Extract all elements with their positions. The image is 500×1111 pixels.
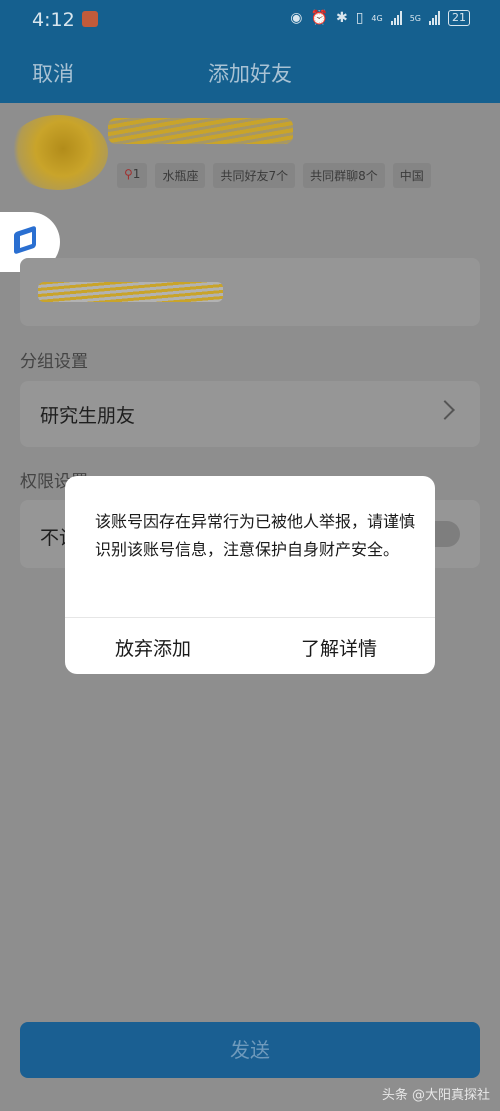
bluetooth-icon: ✱: [335, 10, 348, 26]
signal-5g-icon: [429, 11, 440, 25]
dialog-divider: [65, 617, 435, 618]
signal-4g-icon: [390, 11, 402, 25]
battery-icon: 21: [448, 10, 470, 26]
group-value: 研究生朋友: [40, 405, 136, 427]
warning-dialog: 该账号因存在异常行为已被他人举报，请谨慎识别该账号信息，注意保护自身财产安全。 …: [65, 476, 435, 674]
watermark: 头条 @大阳真探社: [381, 1088, 490, 1103]
group-selector[interactable]: 研究生朋友: [20, 381, 480, 447]
avatar-redacted: [8, 115, 108, 190]
status-icons: ◉ ⏰ ✱ ▯ 4G 5G 21: [290, 10, 470, 26]
tag-level: ⚲1: [117, 163, 148, 188]
network-4g-label: 4G: [371, 13, 383, 23]
notification-icon: [82, 11, 98, 27]
tag-mutual-groups: 共同群聊8个: [303, 163, 385, 188]
nickname-redacted: [108, 118, 293, 144]
tag-zodiac: 水瓶座: [155, 163, 206, 188]
vibrate-icon: ▯: [355, 10, 364, 26]
send-button[interactable]: 发送: [20, 1022, 480, 1078]
network-5g-label: 5G: [409, 13, 421, 23]
profile-tags: ⚲1 水瓶座 共同好友7个 共同群聊8个 中国: [117, 163, 431, 188]
chevron-right-icon: [435, 400, 455, 420]
abandon-add-button[interactable]: 放弃添加: [115, 634, 191, 661]
alarm-icon: ⏰: [310, 10, 328, 26]
dialog-message: 该账号因存在异常行为已被他人举报，请谨慎识别该账号信息，注意保护自身财产安全。: [95, 512, 416, 559]
verification-message-field[interactable]: [20, 258, 480, 326]
eye-icon: ◉: [290, 10, 303, 26]
search-icon: ⚲: [124, 167, 133, 181]
tag-mutual-friends: 共同好友7个: [213, 163, 296, 188]
message-redacted: [38, 282, 223, 302]
group-settings-label: 分组设置: [20, 352, 88, 372]
page-title: 添加好友: [208, 62, 292, 86]
top-app-bar: 4:12 ◉ ⏰ ✱ ▯ 4G 5G 21 取消 添加好友: [0, 0, 500, 103]
tag-region: 中国: [392, 163, 431, 188]
learn-more-button[interactable]: 了解详情: [301, 634, 377, 661]
status-bar: 4:12 ◉ ⏰ ✱ ▯ 4G 5G 21: [0, 0, 500, 44]
status-time: 4:12: [32, 9, 75, 31]
